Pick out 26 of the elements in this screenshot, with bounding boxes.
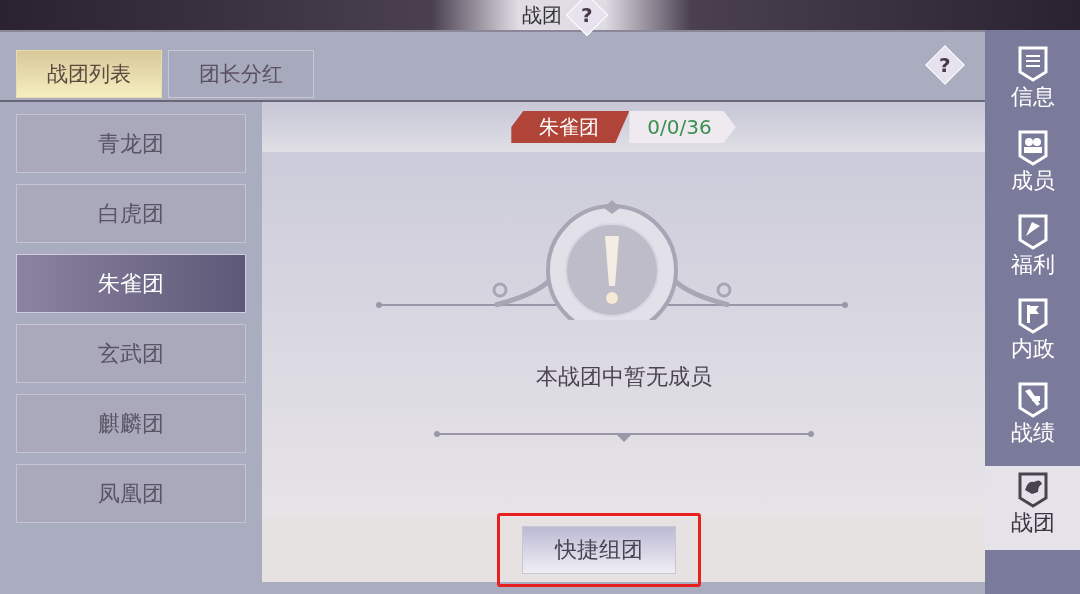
legion-item[interactable]: 麒麟团 bbox=[16, 394, 246, 453]
member-count: 0/0/36 bbox=[629, 111, 736, 143]
sidebar-tab[interactable]: 战绩 bbox=[985, 382, 1080, 460]
tab[interactable]: 战团列表 bbox=[16, 50, 162, 98]
help-button[interactable]: ? bbox=[925, 45, 965, 85]
sidebar-tab[interactable]: 内政 bbox=[985, 298, 1080, 376]
tab[interactable]: 团长分红 bbox=[168, 50, 314, 98]
people-shield-icon bbox=[1017, 130, 1048, 166]
sidebar-tab[interactable]: 福利 bbox=[985, 214, 1080, 292]
legion-item[interactable]: 朱雀团 bbox=[16, 254, 246, 313]
sidebar-tab[interactable]: 成员 bbox=[985, 130, 1080, 208]
legion-item[interactable]: 青龙团 bbox=[16, 114, 246, 173]
window-title: 战团 bbox=[522, 1, 562, 29]
notice-shield-icon bbox=[1017, 46, 1048, 82]
quick-team-button[interactable]: 快捷组团 bbox=[521, 526, 676, 574]
beast-shield-icon bbox=[1017, 472, 1048, 508]
legion-item[interactable]: 凤凰团 bbox=[16, 464, 246, 523]
hammer-shield-icon bbox=[1017, 382, 1048, 418]
flag-shield-icon bbox=[1017, 298, 1048, 334]
legion-item[interactable]: 白虎团 bbox=[16, 184, 246, 243]
sidebar-tab[interactable]: 战团 bbox=[985, 466, 1080, 550]
sidebar-tab[interactable]: 信息 bbox=[985, 46, 1080, 124]
legion-name-tag: 朱雀团 bbox=[511, 111, 630, 143]
shield-icon bbox=[1017, 214, 1048, 250]
empty-message: 本战团中暂无成员 bbox=[535, 363, 712, 391]
legion-item[interactable]: 玄武团 bbox=[16, 324, 246, 383]
